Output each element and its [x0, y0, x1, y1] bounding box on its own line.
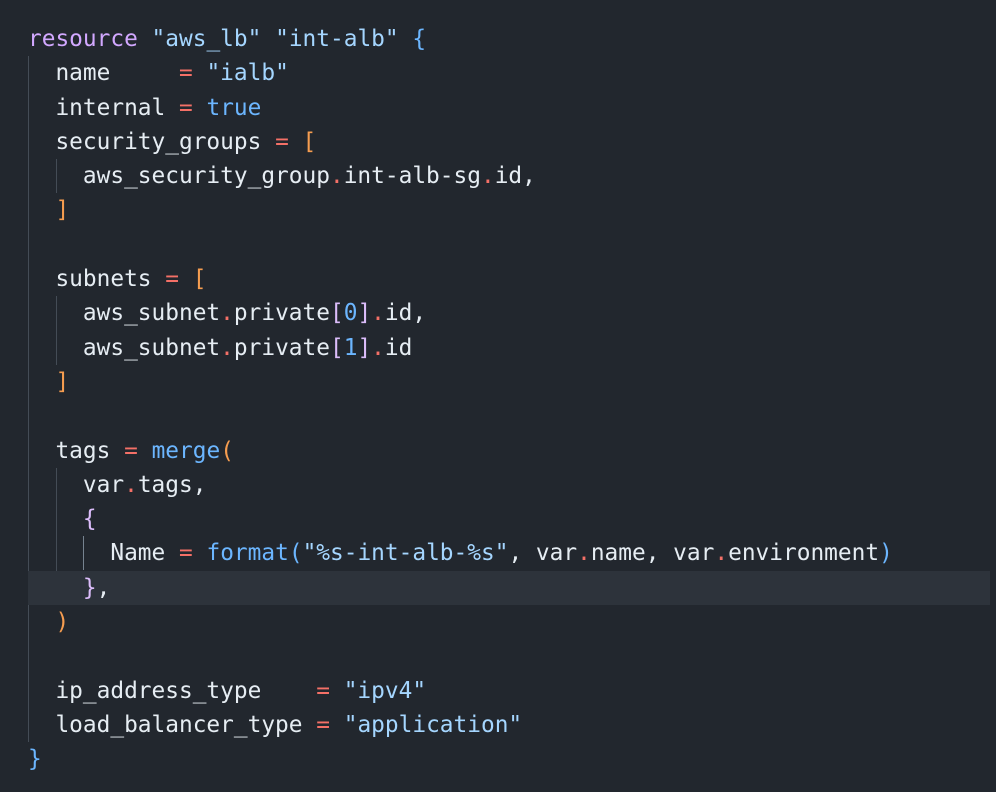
var-keyword: var	[673, 540, 715, 567]
attr-value: "application"	[343, 711, 523, 738]
attr-key: subnets	[55, 266, 152, 293]
dot-operator: .	[371, 300, 385, 327]
attr-key: ip_address_type	[55, 677, 262, 704]
dot-operator: .	[714, 540, 729, 567]
code-line: Name = format("%s-int-alb-%s", var.name,…	[28, 536, 996, 570]
comma: ,	[96, 574, 111, 601]
attr-key: security_groups	[55, 128, 262, 155]
attr-key: load_balancer_type	[55, 711, 303, 738]
reference-part: aws_subnet	[82, 300, 221, 327]
code-line: ]	[28, 193, 996, 227]
code-content[interactable]: resource "aws_lb" "int-alb" { name = "ia…	[28, 22, 996, 777]
function-name: format	[206, 540, 289, 567]
index-close-bracket: ]	[357, 300, 372, 327]
code-line: security_groups = [	[28, 125, 996, 159]
close-paren: )	[879, 540, 893, 567]
reference-part: private	[233, 300, 330, 327]
open-brace: {	[412, 26, 427, 52]
code-line: {	[28, 502, 996, 536]
assign-operator: =	[179, 540, 193, 567]
open-bracket: [	[192, 266, 207, 293]
attr-key: tags	[55, 437, 111, 464]
resource-type: "aws_lb"	[151, 26, 262, 52]
reference-part: tags	[137, 471, 193, 498]
index-number: 1	[343, 334, 358, 361]
open-bracket: [	[302, 128, 317, 155]
attr-value: true	[206, 94, 262, 121]
reference-part: id	[494, 163, 523, 190]
index-close-bracket: ]	[357, 334, 372, 361]
assign-operator: =	[178, 60, 193, 87]
code-line: ]	[28, 365, 996, 399]
code-line: )	[28, 605, 996, 639]
assign-operator: =	[124, 437, 138, 464]
dot-operator: .	[329, 163, 344, 190]
code-editor[interactable]: resource "aws_lb" "int-alb" { name = "ia…	[0, 0, 996, 792]
comma: ,	[192, 471, 207, 498]
attr-key: name	[55, 60, 111, 87]
assign-operator: =	[275, 128, 289, 155]
close-bracket: ]	[55, 368, 70, 395]
function-name: merge	[151, 437, 221, 464]
dot-operator: .	[220, 300, 234, 327]
comma: ,	[645, 540, 674, 567]
code-line: load_balancer_type = "application"	[28, 708, 996, 742]
resource-name: "int-alb"	[275, 26, 399, 52]
attr-value: "ipv4"	[343, 677, 427, 704]
attr-key: Name	[110, 540, 166, 567]
dot-operator: .	[371, 334, 385, 361]
open-paren: (	[220, 437, 234, 464]
reference-part: int-alb-sg	[343, 163, 481, 190]
code-line: aws_subnet.private[1].id	[28, 331, 996, 365]
close-bracket: ]	[55, 197, 70, 224]
open-brace: {	[82, 506, 97, 533]
code-line-current[interactable]: },	[28, 570, 990, 606]
close-brace: }	[28, 746, 42, 773]
dot-operator: .	[124, 471, 138, 498]
code-line: resource "aws_lb" "int-alb" {	[28, 22, 996, 56]
reference-part: environment	[728, 540, 880, 567]
code-line: internal = true	[28, 91, 996, 125]
reference-part: id	[384, 300, 413, 327]
format-string: "%s-int-alb-%s"	[302, 540, 509, 567]
open-paren: (	[288, 540, 303, 567]
reference-part: aws_subnet	[82, 334, 221, 361]
code-line: name = "ialb"	[28, 56, 996, 90]
index-open-bracket: [	[329, 334, 344, 361]
assign-operator: =	[179, 94, 193, 121]
comma: ,	[412, 300, 427, 327]
code-line: var.tags,	[28, 468, 996, 502]
comma: ,	[508, 540, 536, 567]
attr-key: internal	[55, 94, 166, 121]
assign-operator: =	[316, 711, 330, 738]
close-brace: }	[82, 574, 97, 601]
comma: ,	[522, 163, 536, 190]
close-paren: )	[55, 609, 70, 636]
index-number: 0	[343, 300, 358, 327]
reference-part: private	[233, 334, 330, 361]
reference-part: id	[384, 334, 413, 361]
code-line: subnets = [	[28, 262, 996, 296]
reference-part: aws_security_group	[82, 163, 330, 190]
code-line: ip_address_type = "ipv4"	[28, 674, 996, 708]
code-line: aws_subnet.private[0].id,	[28, 296, 996, 330]
var-keyword: var	[535, 540, 578, 567]
index-open-bracket: [	[329, 300, 344, 327]
assign-operator: =	[316, 677, 330, 704]
code-line: }	[28, 742, 996, 776]
attr-value: "ialb"	[206, 60, 289, 87]
resource-keyword: resource	[28, 26, 138, 52]
dot-operator: .	[577, 540, 591, 567]
code-line: tags = merge(	[28, 434, 996, 468]
code-line: aws_security_group.int-alb-sg.id,	[28, 159, 996, 193]
reference-part: name	[590, 540, 646, 567]
dot-operator: .	[220, 334, 234, 361]
assign-operator: =	[165, 266, 179, 293]
dot-operator: .	[480, 163, 495, 190]
var-keyword: var	[82, 471, 125, 498]
